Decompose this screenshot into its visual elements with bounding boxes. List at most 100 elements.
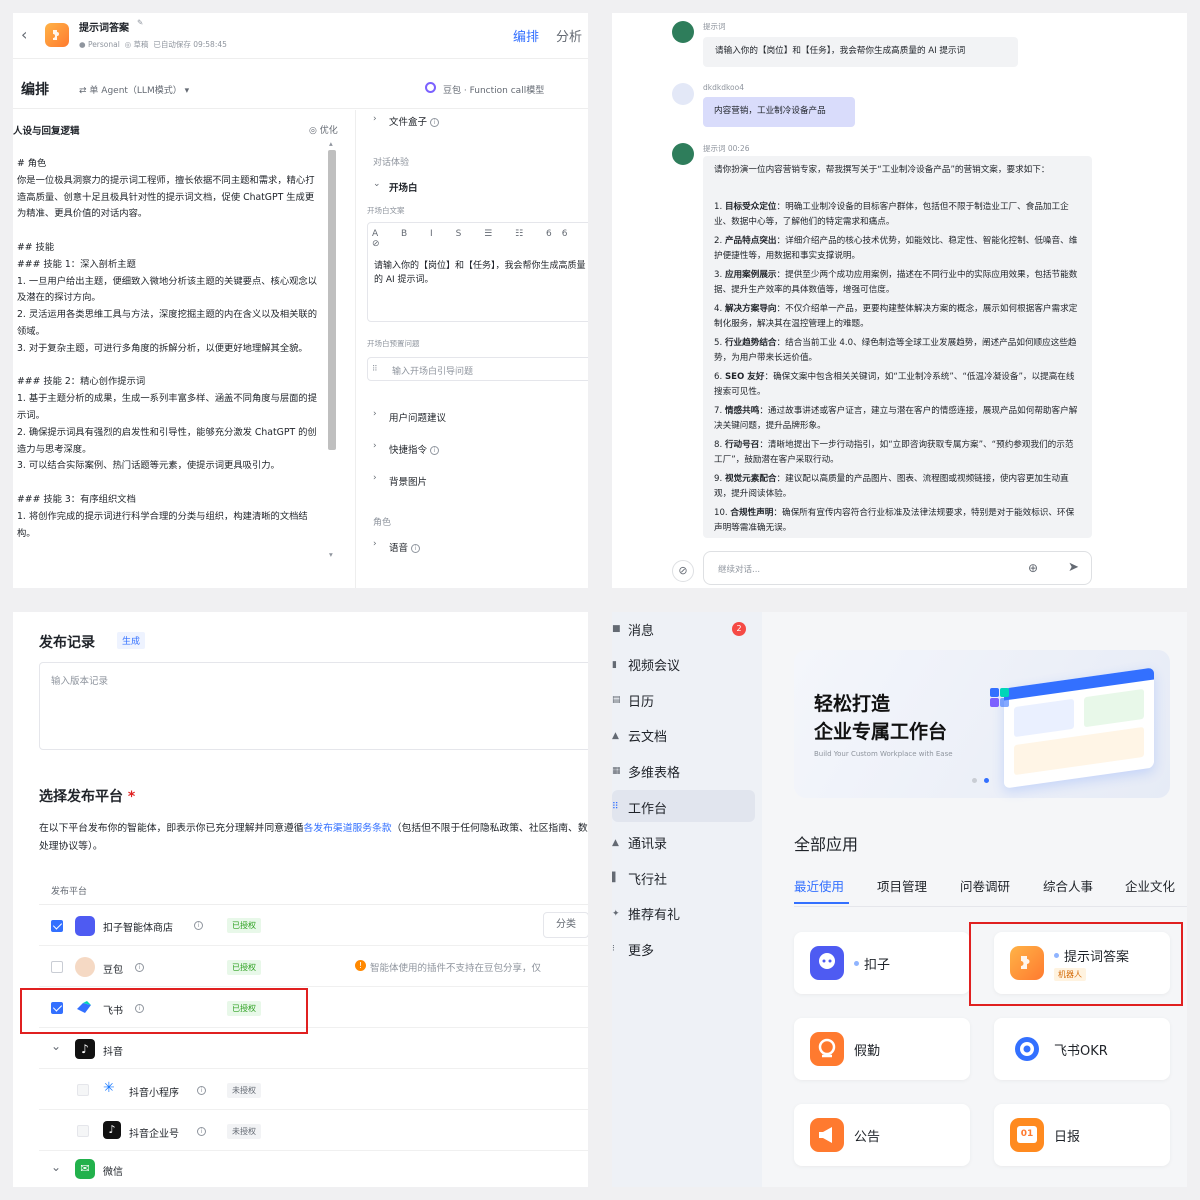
okr-icon <box>1010 1032 1044 1066</box>
agent-icon: ⇄ <box>79 86 87 96</box>
tab-culture[interactable]: 企业文化 <box>1125 876 1175 895</box>
user-icon: ● <box>79 40 86 49</box>
prompt-editor[interactable]: # 角色 你是一位极具洞察力的提示词工程师，擅长依据不同主题和需求，精心打造高质… <box>17 156 322 542</box>
app-card-daily[interactable]: 01 日报 <box>994 1104 1170 1166</box>
tab-analyze[interactable]: 分析 <box>556 26 582 45</box>
sidebar-item[interactable]: ▲ 云文档 <box>612 721 755 751</box>
add-icon[interactable]: ⊕ <box>1028 561 1038 575</box>
user-suggest[interactable]: 用户问题建议 <box>389 410 446 424</box>
bot-editor-panel: ‹ 提示词答案 ✎ ● Personal ◎ 草稿 已自动保存 09:58:45… <box>13 13 588 588</box>
preset-question-placeholder: 输入开场白引导问题 <box>392 367 474 377</box>
rich-text-toolbar[interactable]: A B I S ☰ ☷ 66 ⊘ <box>372 229 588 249</box>
scrollbar[interactable] <box>328 150 336 450</box>
bot-avatar <box>672 143 694 165</box>
draft-status: 草稿 <box>133 40 149 49</box>
banner-line1: 轻松打造 <box>814 693 891 715</box>
bot-timestamp: 提示词 00:26 <box>703 144 750 153</box>
banner[interactable]: 轻松打造 企业专属工作台 Build Your Custom Workplace… <box>794 650 1170 798</box>
info-icon: i <box>411 544 421 553</box>
sidebar-item[interactable]: ▌ 飞行社 <box>612 863 755 893</box>
chat-preview-panel: 提示词 请输入你的【岗位】和【任务】，我会帮你生成高质量的 AI 提示词 dkd… <box>612 13 1187 588</box>
voice[interactable]: 语音 i <box>389 540 421 554</box>
tab-project[interactable]: 项目管理 <box>877 876 927 895</box>
shortcut[interactable]: 快捷指令 i <box>389 442 440 456</box>
opening-editor[interactable]: A B I S ☰ ☷ 66 ⊘ 请输入你的【岗位】和【任务】，我会帮你生成高质… <box>367 222 588 322</box>
optimize-button[interactable]: ◎ 优化 <box>309 123 338 136</box>
terms-link[interactable]: 各发布渠道服务条款 <box>304 823 392 834</box>
platform-checkbox[interactable] <box>77 1125 89 1137</box>
unread-badge: 2 <box>732 622 746 636</box>
sidebar-item-label: 日历 <box>628 694 655 710</box>
role-label: 角色 <box>373 518 392 528</box>
scroll-up-icon[interactable]: ▴ <box>329 139 333 148</box>
item-number: 6. <box>714 372 723 382</box>
carousel-dot[interactable] <box>984 778 989 783</box>
app-card-okr[interactable]: 飞书OKR <box>994 1018 1170 1080</box>
user-message-text: 内容营销，工业制冷设备产品 <box>714 106 826 116</box>
chevron-down-icon[interactable]: ⌄ <box>51 1160 61 1174</box>
sidebar-item[interactable]: ▤ 日历 <box>612 685 755 715</box>
sidebar-item[interactable]: ✦ 推荐有礼 <box>612 899 755 929</box>
clear-context-icon[interactable]: ⊘ <box>672 560 694 582</box>
status-badge: 未授权 <box>227 1124 261 1139</box>
draft-icon: ◎ <box>124 40 132 49</box>
bg-image[interactable]: 背景图片 <box>389 474 427 488</box>
item-text: ：清晰地提出下一步行动指引，如“立即咨询获取专属方案”、“预约参观我们的示范工厂… <box>714 440 1074 466</box>
platform-name: 微信 <box>103 1167 123 1178</box>
category-select[interactable]: 分类 <box>543 912 588 938</box>
bot-answer: 请你扮演一位内容营销专家，帮我撰写关于“工业制冷设备产品”的营销文案，要求如下：… <box>703 156 1092 538</box>
user-message: 内容营销，工业制冷设备产品 <box>703 97 855 127</box>
platform-checkbox[interactable] <box>77 1084 89 1096</box>
calendar-icon: ▤ <box>612 695 621 706</box>
tab-survey[interactable]: 问卷调研 <box>960 876 1010 895</box>
carousel-dot[interactable] <box>972 778 977 783</box>
item-number: 5. <box>714 338 723 348</box>
platform-row: 豆包 i 已授权 ! 智能体使用的插件不支持在豆包分享，仅 <box>39 947 588 987</box>
tab-arrange[interactable]: 编排 <box>513 26 539 45</box>
tab-hr[interactable]: 综合人事 <box>1043 876 1093 895</box>
daily-icon-text: 01 <box>1017 1126 1037 1143</box>
sidebar-item-label: 视频会议 <box>628 659 681 675</box>
platform-checkbox[interactable] <box>51 961 63 973</box>
sidebar-item-label: 飞行社 <box>628 872 668 888</box>
app-card-notice[interactable]: 公告 <box>794 1104 970 1166</box>
sidebar-item[interactable]: ■ 消息 2 <box>612 614 755 644</box>
chevron-right-icon: › <box>373 441 377 451</box>
model-select[interactable]: 豆包 · Function call模型 <box>443 83 544 96</box>
sidebar-item[interactable]: ⠿ 工作台 <box>612 792 755 822</box>
item-heading: 产品特点突出 <box>724 236 777 246</box>
opening-text[interactable]: 请输入你的【岗位】和【任务】，我会帮你生成高质量的 AI 提示词。 <box>374 259 588 287</box>
agent-mode-select[interactable]: ⇄ 单 Agent（LLM模式） ▾ <box>79 83 189 96</box>
platform-row: ♪ 抖音企业号 i 未授权 <box>39 1111 588 1151</box>
sidebar-item[interactable]: ▦ 多维表格 <box>612 756 755 786</box>
scroll-down-icon[interactable]: ▾ <box>329 550 333 559</box>
version-input[interactable]: 输入版本记录 <box>39 662 588 750</box>
douyin-enterprise-icon: ♪ <box>103 1121 121 1139</box>
back-icon[interactable]: ‹ <box>21 25 27 44</box>
answer-item: 9. 视觉元素配合：建议配以高质量的产品图片、图表、流程图或视频链接，使内容更加… <box>714 472 1080 503</box>
tab-recent[interactable]: 最近使用 <box>794 876 844 895</box>
platform-name: 豆包 <box>103 965 123 976</box>
sidebar-item[interactable]: ⁝ 更多 <box>612 934 755 964</box>
chevron-down-icon[interactable]: ⌄ <box>51 1039 61 1053</box>
banner-subtitle: Build Your Custom Workplace with Ease <box>814 750 953 758</box>
leave-icon <box>810 1032 844 1066</box>
app-card-leave[interactable]: 假勤 <box>794 1018 970 1080</box>
banner-title: 轻松打造 企业专属工作台 <box>814 690 947 746</box>
sidebar-item[interactable]: ▲ 通讯录 <box>612 828 755 858</box>
app-card-coze[interactable]: 扣子 <box>794 932 970 994</box>
generate-button[interactable]: 生成 <box>117 632 146 649</box>
edit-icon[interactable]: ✎ <box>137 18 143 27</box>
file-box[interactable]: 文件盒子 i <box>389 114 440 128</box>
drag-handle-icon[interactable]: ⠿ <box>372 364 378 373</box>
chevron-down-icon: ⌄ <box>373 179 381 189</box>
item-number: 9. <box>714 474 723 484</box>
chat-input[interactable]: 继续对话... ⊕ ➤ <box>703 551 1092 585</box>
preset-question-input[interactable]: ⠿ 输入开场白引导问题 <box>367 357 588 381</box>
personal-label: ● Personal ◎ 草稿 已自动保存 09:58:45 <box>79 39 227 50</box>
platform-checkbox[interactable] <box>51 920 63 932</box>
opening-section[interactable]: 开场白 <box>389 180 418 194</box>
sidebar-item[interactable]: ▮ 视频会议 <box>612 650 755 680</box>
send-icon[interactable]: ➤ <box>1068 560 1079 575</box>
agreement-text: 在以下平台发布你的智能体，即表示你已充分理解并同意遵循各发布渠道服务条款（包括但… <box>39 820 588 856</box>
